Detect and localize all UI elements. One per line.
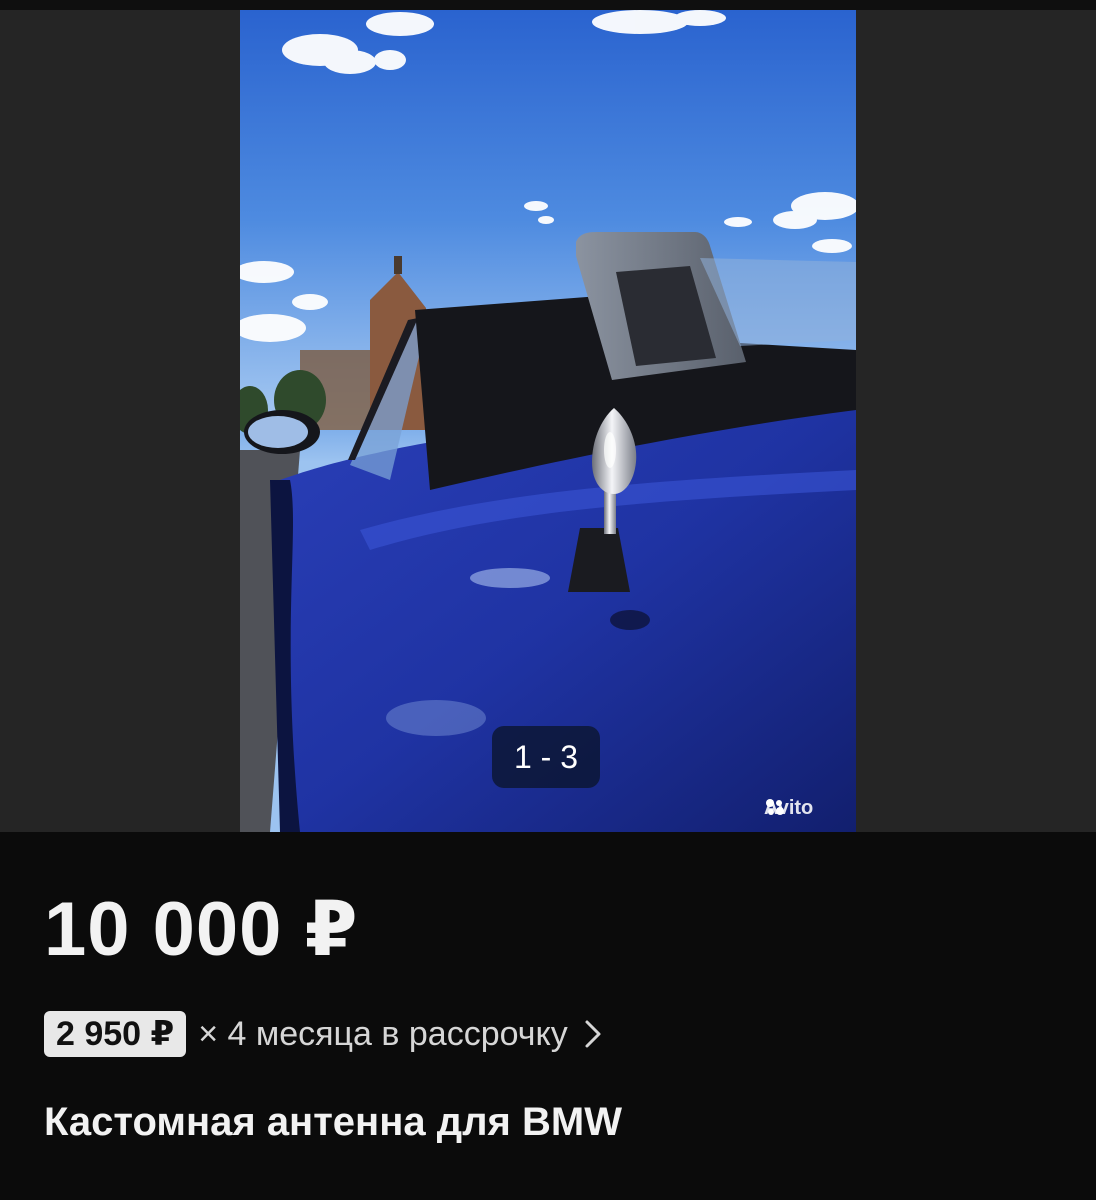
installment-amount-badge: 2 950 ₽ [44, 1011, 187, 1057]
avito-logo-icon [766, 799, 784, 815]
status-strip [0, 0, 1096, 10]
car-illustration [240, 10, 856, 832]
listing-price: 10 000 ₽ [44, 887, 359, 972]
installment-terms: × 4 месяца в рассрочку [198, 1015, 568, 1053]
listing-photo[interactable]: 1 - 3 Avito [240, 10, 856, 832]
listing-title: Кастомная антенна для BMW [44, 1100, 622, 1144]
avito-watermark: Avito [764, 797, 813, 820]
installment-link[interactable]: 2 950 ₽ × 4 месяца в рассрочку [44, 1010, 602, 1058]
photo-gallery[interactable]: 1 - 3 Avito [0, 0, 1096, 832]
chevron-right-icon [585, 1020, 601, 1048]
listing-info: 10 000 ₽ 2 950 ₽ × 4 месяца в рассрочку … [0, 832, 1096, 1200]
photo-counter[interactable]: 1 - 3 [492, 726, 600, 788]
